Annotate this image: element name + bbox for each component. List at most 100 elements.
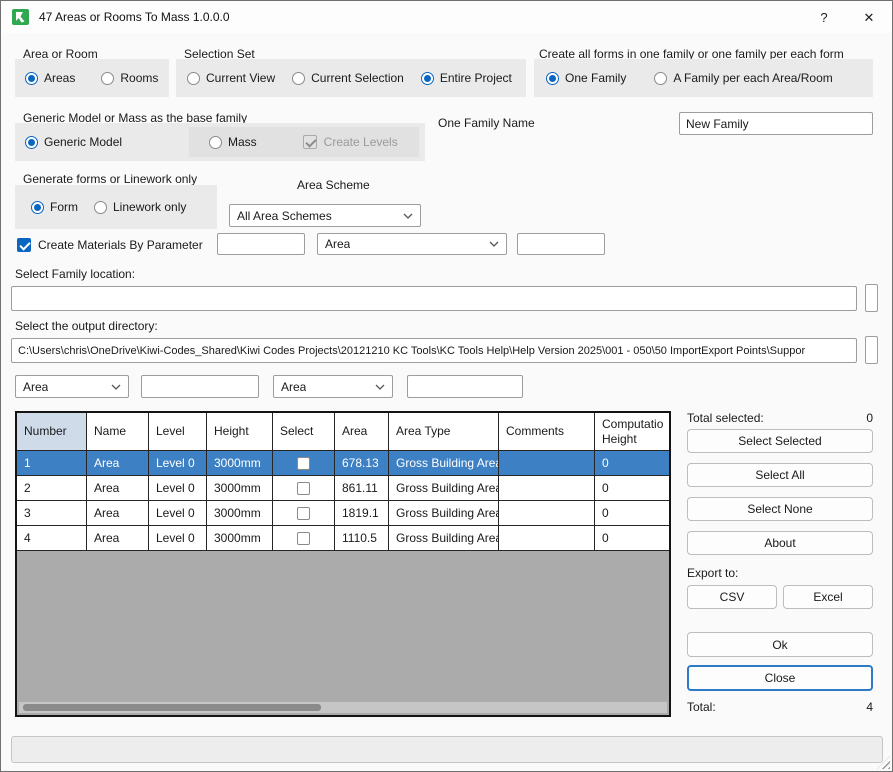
area-scheme-dropdown[interactable]: All Area Schemes [229,204,421,227]
column-header-height[interactable]: Height [207,413,273,451]
cell-select [273,526,335,551]
cell-select [273,501,335,526]
base-family-group: Generic Model Mass Create Levels [15,123,425,161]
materials-param2-input[interactable] [517,233,605,255]
column-header-area[interactable]: Area [335,413,389,451]
column-header-computation-height[interactable]: Computatio Height [595,413,669,451]
materials-dropdown-value: Area [325,237,351,251]
chevron-down-icon [489,241,499,247]
filter-dropdown-1-value: Area [23,379,49,394]
cell-level: Level 0 [149,451,207,476]
table-row[interactable]: 4 Area Level 0 3000mm 1110.5 Gross Build… [17,526,669,551]
filter-dropdown-2[interactable]: Area [273,375,393,398]
title-bar: 47 Areas or Rooms To Mass 1.0.0.0 ? ✕ [1,1,892,33]
radio-current-view-icon [187,71,200,85]
cell-comments [499,476,595,501]
total-label: Total: [687,700,716,714]
radio-entire-project[interactable]: Entire Project [420,71,512,85]
radio-family-per-each[interactable]: A Family per each Area/Room [654,71,833,85]
ok-button[interactable]: Ok [687,632,873,657]
horizontal-scrollbar-thumb[interactable] [23,704,321,711]
help-button[interactable]: ? [806,6,842,29]
checkbox-create-materials-label: Create Materials By Parameter [38,238,203,252]
family-location-label: Select Family location: [15,267,136,281]
checkbox-create-levels-icon [302,135,317,149]
radio-generic-model[interactable]: Generic Model [25,135,122,149]
checkbox-create-levels: Create Levels [302,135,398,149]
app-icon [11,7,31,27]
checkbox-create-materials[interactable]: Create Materials By Parameter [17,238,203,252]
output-directory-input[interactable] [11,338,857,363]
filter-input-1[interactable] [141,375,259,398]
cell-name: Area [87,476,149,501]
cell-area: 678.13 [335,451,389,476]
about-button[interactable]: About [687,531,873,555]
materials-dropdown[interactable]: Area [317,233,507,255]
cell-number: 2 [17,476,87,501]
export-excel-button[interactable]: Excel [783,585,873,609]
cell-computation-height: 0 [595,526,669,551]
family-location-input[interactable] [11,286,857,311]
radio-linework-only[interactable]: Linework only [94,200,186,214]
chevron-down-icon [403,213,413,219]
chevron-down-icon [111,384,121,390]
radio-linework-only-label: Linework only [113,200,187,214]
radio-mass[interactable]: Mass [209,135,257,149]
radio-linework-only-icon [94,200,107,214]
radio-rooms[interactable]: Rooms [101,71,158,85]
checkbox-create-levels-label: Create Levels [323,135,398,149]
table-row[interactable]: 2 Area Level 0 3000mm 861.11 Gross Build… [17,476,669,501]
table-row[interactable]: 3 Area Level 0 3000mm 1819.1 Gross Build… [17,501,669,526]
row-select-checkbox[interactable] [297,531,310,545]
close-window-button[interactable]: ✕ [851,6,887,29]
row-select-checkbox[interactable] [297,456,310,470]
filter-input-2[interactable] [407,375,523,398]
radio-entire-project-label: Entire Project [439,71,512,85]
column-header-select[interactable]: Select [273,413,335,451]
radio-generic-model-label: Generic Model [44,135,123,149]
radio-one-family[interactable]: One Family [546,71,626,85]
close-button[interactable]: Close [687,665,873,691]
cell-height: 3000mm [207,476,273,501]
cell-name: Area [87,451,149,476]
app-window: 47 Areas or Rooms To Mass 1.0.0.0 ? ✕ Ar… [0,0,893,772]
radio-current-selection[interactable]: Current Selection [292,71,404,85]
one-family-name-input[interactable] [679,112,873,135]
column-header-number[interactable]: Number [17,413,87,451]
radio-current-selection-label: Current Selection [311,71,404,85]
radio-areas[interactable]: Areas [25,71,75,85]
cell-computation-height: 0 [595,501,669,526]
row-select-checkbox[interactable] [297,506,310,520]
select-none-button[interactable]: Select None [687,497,873,521]
column-header-area-type[interactable]: Area Type [389,413,499,451]
column-header-comments[interactable]: Comments [499,413,595,451]
cell-number: 3 [17,501,87,526]
radio-areas-label: Areas [44,71,76,85]
horizontal-scrollbar[interactable] [19,702,667,713]
cell-number: 1 [17,451,87,476]
total-selected-row: Total selected: 0 [687,411,873,425]
mass-subgroup: Mass Create Levels [189,127,419,157]
radio-areas-icon [25,71,38,85]
radio-current-view[interactable]: Current View [187,71,275,85]
table-row[interactable]: 1 Area Level 0 3000mm 678.13 Gross Build… [17,451,669,476]
radio-form[interactable]: Form [31,200,78,214]
cell-height: 3000mm [207,501,273,526]
radio-mass-label: Mass [228,135,257,149]
family-location-browse-button[interactable] [865,284,878,312]
family-mode-group: One Family A Family per each Area/Room [534,59,873,97]
total-selected-label: Total selected: [687,411,764,425]
cell-select [273,451,335,476]
checkbox-create-materials-icon [17,238,31,252]
output-directory-browse-button[interactable] [865,336,878,364]
select-all-button[interactable]: Select All [687,463,873,487]
column-header-level[interactable]: Level [149,413,207,451]
cell-area: 861.11 [335,476,389,501]
materials-param1-input[interactable] [217,233,305,255]
column-header-name[interactable]: Name [87,413,149,451]
row-select-checkbox[interactable] [297,481,310,495]
select-selected-button[interactable]: Select Selected [687,429,873,453]
export-csv-button[interactable]: CSV [687,585,777,609]
cell-name: Area [87,526,149,551]
filter-dropdown-1[interactable]: Area [15,375,129,398]
